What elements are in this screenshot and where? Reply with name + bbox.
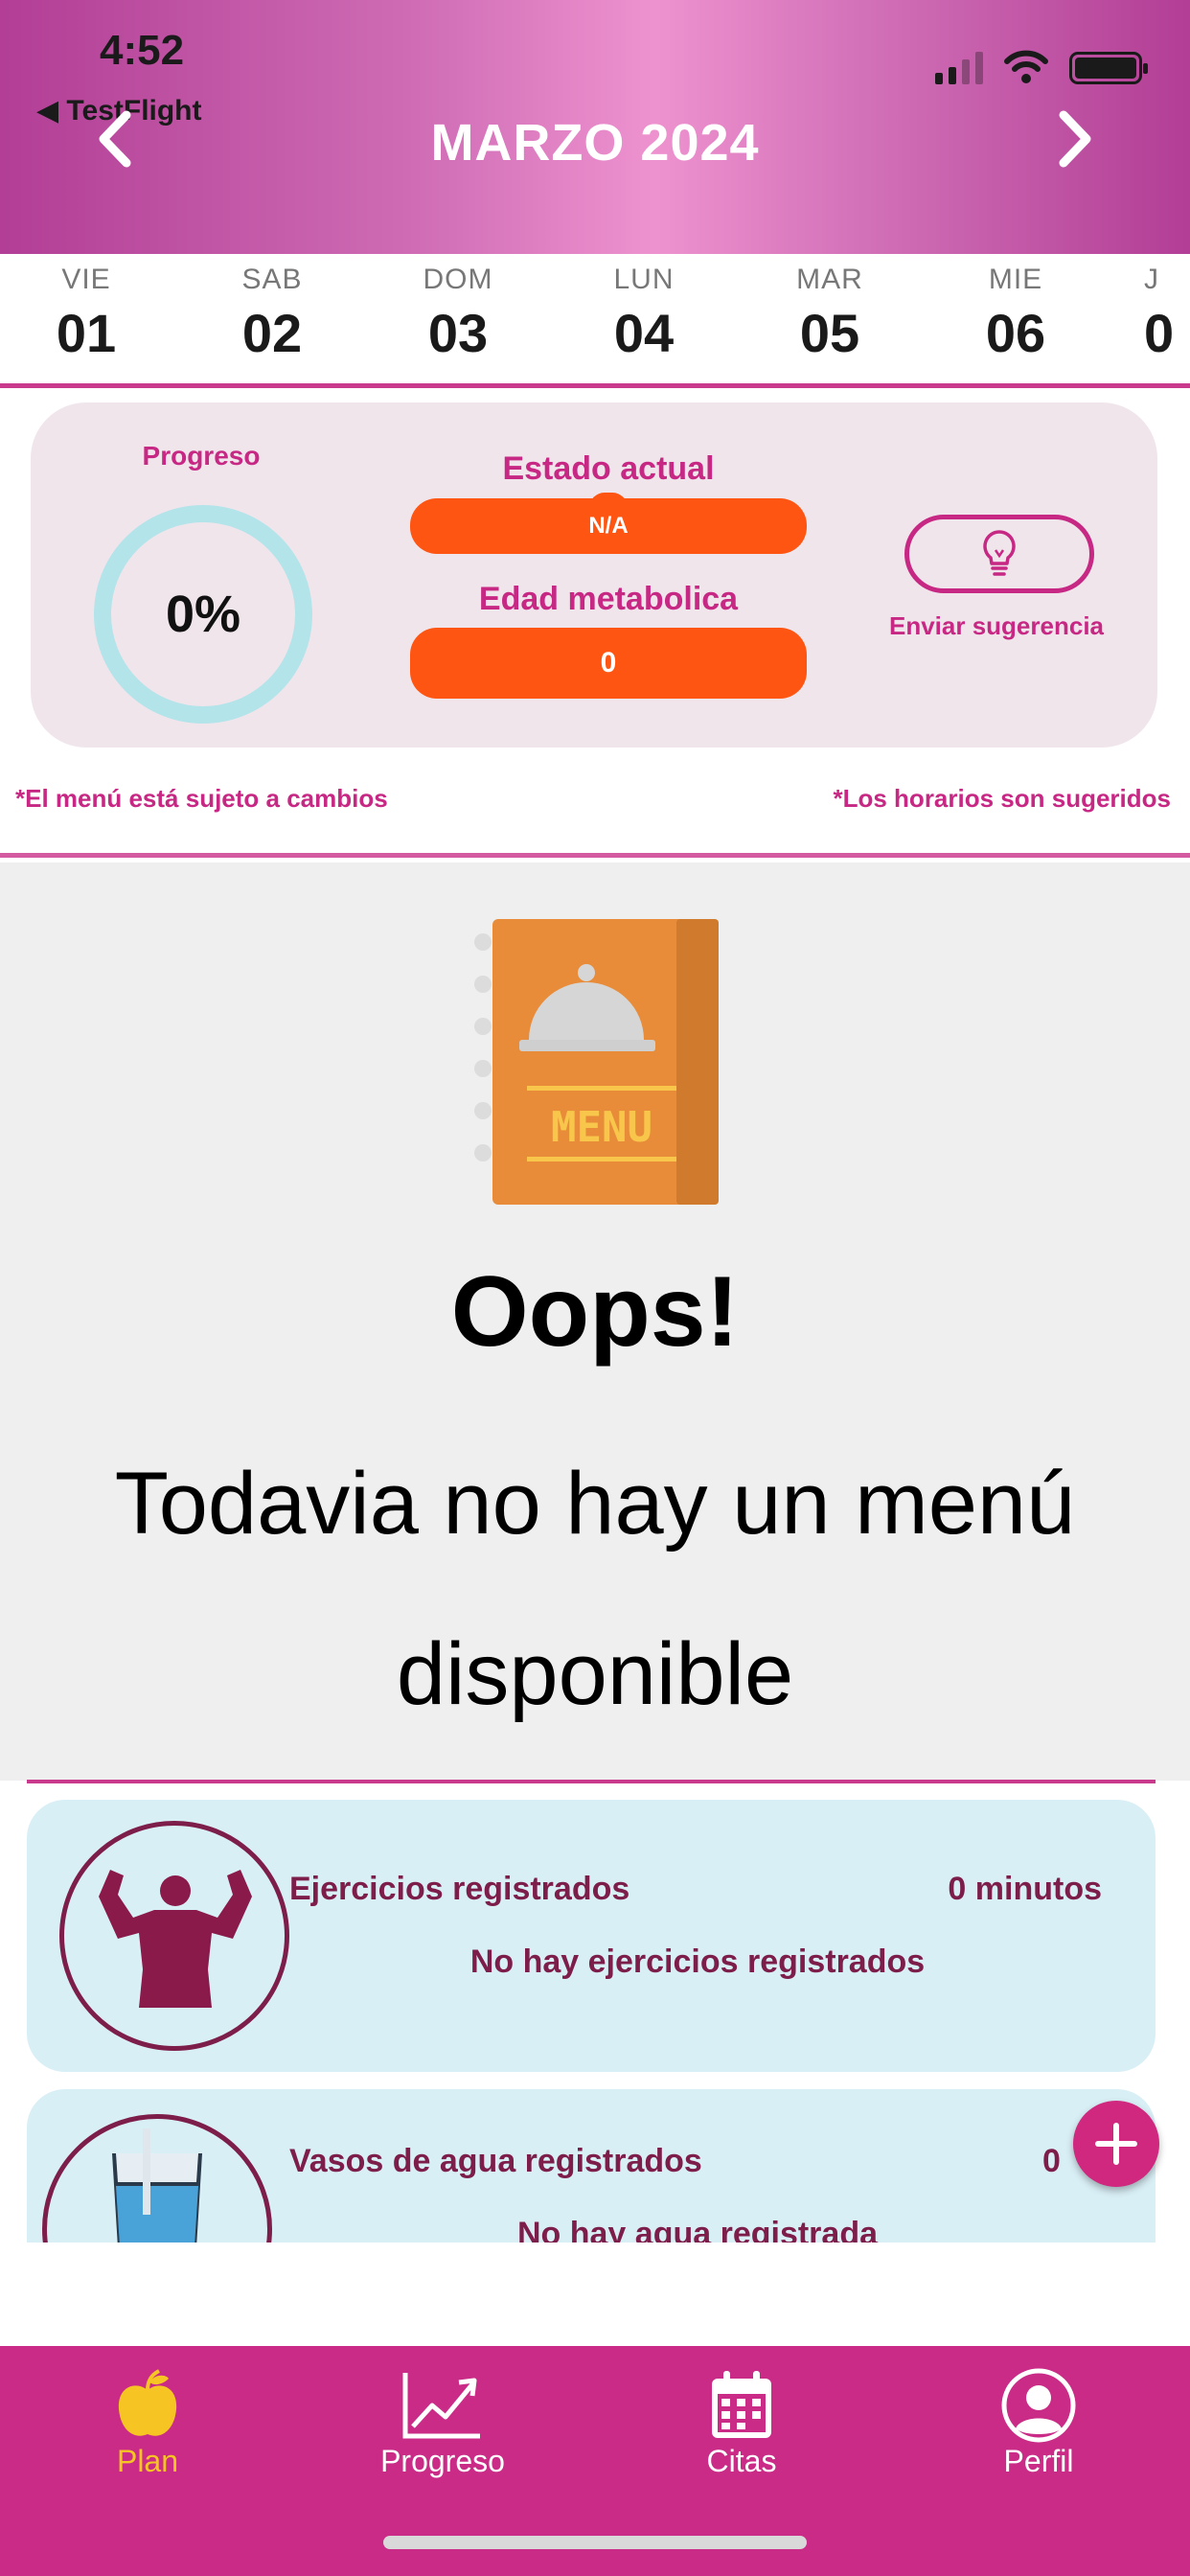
estado-value: N/A: [588, 513, 629, 539]
suggest-button[interactable]: [904, 515, 1094, 593]
tab-progreso[interactable]: Progreso: [347, 2367, 538, 2479]
estado-value-pill: N/A: [410, 493, 807, 554]
edad-value: 0: [600, 647, 617, 678]
progress-ring: 0%: [94, 505, 312, 724]
estado-label: Estado actual: [502, 450, 715, 487]
plus-icon: [1095, 2123, 1137, 2165]
day-item[interactable]: MIE 06: [958, 264, 1073, 364]
day-name: DOM: [423, 264, 493, 295]
tab-citas[interactable]: Citas: [646, 2367, 837, 2479]
day-name: MAR: [796, 264, 863, 295]
battery-icon: [1069, 52, 1148, 84]
profile-icon: [1001, 2368, 1076, 2443]
day-selector: VIE 01 SAB 02 DOM 03 LUN 04 MAR 05 MIE 0…: [0, 254, 1190, 388]
edad-label: Edad metabolica: [478, 581, 739, 617]
day-name: VIE: [61, 264, 111, 295]
day-item[interactable]: SAB 02: [215, 264, 330, 364]
menu-book-icon: MENU: [474, 919, 719, 1205]
month-title: MARZO 2024: [430, 114, 760, 172]
menu-illustration-text: MENU: [551, 1103, 652, 1152]
empty-message: Todavia no hay un menú disponible: [114, 1455, 1076, 1723]
exercise-minutes: 0 minutos: [948, 1871, 1102, 1907]
day-name: LUN: [613, 264, 675, 295]
day-number: 01: [56, 303, 117, 363]
day-name: MIE: [988, 264, 1043, 295]
tab-label: Citas: [706, 2444, 777, 2478]
chevron-right-icon[interactable]: [1046, 105, 1104, 172]
tab-label: Plan: [116, 2444, 179, 2478]
tab-label: Perfil: [1003, 2444, 1074, 2478]
day-number: 0: [1144, 303, 1175, 363]
exercise-icon-circle: [59, 1821, 289, 2051]
tab-label: Progreso: [380, 2444, 505, 2478]
day-number: 02: [241, 303, 303, 363]
day-item[interactable]: LUN 04: [586, 264, 701, 364]
water-title: Vasos de agua registrados: [289, 2143, 702, 2179]
lightbulb-icon: [983, 530, 1016, 576]
wifi-icon: [1004, 50, 1048, 83]
progress-label: Progreso: [142, 441, 261, 471]
status-time: 4:52: [100, 27, 185, 74]
calendar-icon: [712, 2371, 771, 2438]
exercise-card[interactable]: Ejercicios registrados 0 minutos No hay …: [27, 1800, 1156, 2072]
day-number: 03: [427, 303, 489, 363]
content-bottom-spacer: [0, 2242, 1190, 2346]
empty-title: Oops!: [450, 1256, 740, 1368]
day-number: 06: [985, 303, 1046, 363]
tab-plan[interactable]: Plan: [52, 2367, 243, 2479]
day-item[interactable]: MAR 05: [772, 264, 887, 364]
day-name: SAB: [241, 264, 303, 295]
day-item[interactable]: DOM 03: [400, 264, 515, 364]
progress-value: 0%: [165, 586, 241, 643]
divider: [0, 853, 1190, 858]
status-icons: [935, 50, 1148, 84]
divider: [27, 1780, 1156, 1783]
muscle-man-icon: [99, 1870, 252, 2008]
water-count: 0: [1042, 2143, 1061, 2179]
edad-value-pill: 0: [410, 628, 807, 699]
day-name: J: [1144, 264, 1159, 295]
day-item[interactable]: VIE 01: [29, 264, 144, 364]
schedule-note: *Los horarios son sugeridos: [833, 784, 1171, 813]
apple-icon: [118, 2369, 177, 2436]
suggest-label[interactable]: Enviar sugerencia: [862, 611, 1131, 641]
add-button[interactable]: [1073, 2101, 1159, 2187]
day-number: 04: [613, 303, 675, 363]
exercise-empty-text: No hay ejercicios registrados: [469, 1944, 926, 1980]
day-number: 05: [799, 303, 860, 363]
exercise-title: Ejercicios registrados: [289, 1871, 630, 1907]
menu-note: *El menú está sujeto a cambios: [15, 784, 388, 813]
signal-icon: [935, 50, 983, 84]
day-item[interactable]: J 0: [1144, 264, 1190, 364]
tab-perfil[interactable]: Perfil: [943, 2367, 1134, 2479]
chart-icon: [402, 2373, 480, 2439]
home-indicator[interactable]: [383, 2536, 807, 2549]
